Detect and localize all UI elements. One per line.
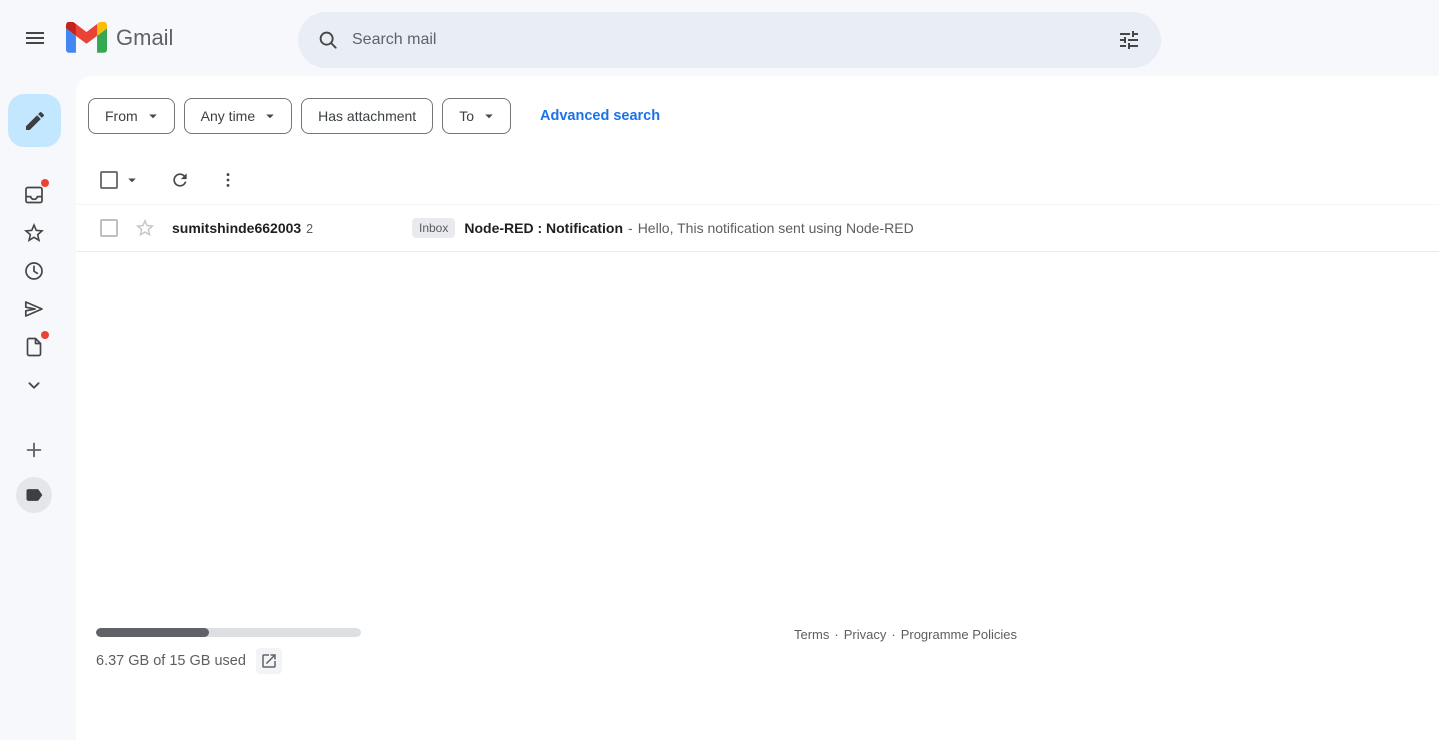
list-toolbar [76, 158, 248, 202]
sidebar-item-drafts[interactable] [14, 327, 54, 367]
filter-chip-has-attachment[interactable]: Has attachment [301, 98, 433, 134]
header: Gmail [0, 0, 1439, 76]
send-icon [22, 297, 46, 321]
chevron-down-icon [23, 374, 45, 396]
storage-progress-bar [96, 628, 361, 637]
sidebar-item-more[interactable] [14, 365, 54, 405]
search-filter-chips: From Any time Has attachment To Advanced… [88, 98, 660, 134]
label-icon [24, 485, 44, 505]
inbox-unread-dot [41, 179, 49, 187]
storage-widget: 6.37 GB of 15 GB used [96, 628, 361, 674]
storage-progress-fill [96, 628, 209, 637]
more-vert-icon [218, 170, 238, 190]
footer-links: Terms · Privacy · Programme Policies [794, 627, 1017, 642]
compose-button[interactable] [8, 94, 61, 147]
sidebar-item-snoozed[interactable] [14, 251, 54, 291]
email-sender-block: sumitshinde662003 2 [172, 220, 412, 236]
search-options-button[interactable] [1107, 18, 1151, 62]
chevron-down-icon [480, 107, 498, 125]
search-bar [298, 12, 1161, 68]
email-subject: Node-RED : Notification [464, 220, 623, 236]
arrow-drop-down-icon [123, 171, 141, 189]
pencil-icon [23, 109, 47, 133]
terms-link[interactable]: Terms [794, 627, 829, 642]
filter-chip-from[interactable]: From [88, 98, 175, 134]
chevron-down-icon [144, 107, 162, 125]
refresh-icon [170, 170, 190, 190]
footer-separator: · [834, 627, 838, 642]
hamburger-icon [23, 26, 47, 50]
email-sender: sumitshinde662003 [172, 220, 301, 236]
email-thread-count: 2 [306, 222, 313, 236]
chip-label: To [459, 108, 474, 124]
gmail-m-icon [66, 22, 107, 53]
email-row[interactable]: sumitshinde662003 2 Inbox Node-RED : Not… [76, 204, 1439, 252]
drafts-unread-dot [41, 331, 49, 339]
sidebar-item-sent[interactable] [14, 289, 54, 329]
sidebar-item-inbox[interactable] [14, 175, 54, 215]
more-options-button[interactable] [208, 160, 248, 200]
chip-label: Any time [201, 108, 255, 124]
email-separator: - [628, 220, 633, 236]
inbox-label-badge: Inbox [412, 218, 455, 238]
tune-icon [1117, 28, 1141, 52]
chip-label: Has attachment [318, 108, 416, 124]
labels-button[interactable] [16, 477, 52, 513]
select-all-checkbox[interactable] [100, 171, 118, 189]
email-snippet: Hello, This notification sent using Node… [638, 220, 914, 236]
storage-usage-text: 6.37 GB of 15 GB used [96, 653, 246, 669]
filter-chip-any-time[interactable]: Any time [184, 98, 292, 134]
star-icon [134, 217, 156, 239]
search-button[interactable] [306, 18, 350, 62]
sidebar [0, 76, 76, 740]
chip-label: From [105, 108, 138, 124]
create-label-button[interactable] [14, 430, 54, 470]
storage-line: 6.37 GB of 15 GB used [96, 648, 361, 674]
plus-icon [23, 439, 45, 461]
storage-external-link-button[interactable] [256, 648, 282, 674]
footer-separator: · [891, 627, 895, 642]
search-icon [317, 29, 339, 51]
policies-link[interactable]: Programme Policies [901, 627, 1017, 642]
filter-chip-to[interactable]: To [442, 98, 511, 134]
email-star-button[interactable] [134, 217, 156, 239]
sidebar-item-starred[interactable] [14, 213, 54, 253]
gmail-logo-text: Gmail [116, 25, 173, 51]
search-input[interactable] [350, 31, 1107, 49]
open-in-new-icon [260, 652, 278, 670]
refresh-button[interactable] [160, 160, 200, 200]
gmail-logo[interactable]: Gmail [66, 22, 173, 53]
hamburger-menu-button[interactable] [11, 14, 59, 62]
main-panel: From Any time Has attachment To Advanced… [76, 76, 1439, 740]
select-dropdown-button[interactable] [120, 168, 144, 192]
advanced-search-link[interactable]: Advanced search [540, 108, 660, 124]
star-icon [22, 221, 46, 245]
chevron-down-icon [261, 107, 279, 125]
privacy-link[interactable]: Privacy [844, 627, 887, 642]
clock-icon [22, 259, 46, 283]
email-checkbox[interactable] [100, 219, 118, 237]
